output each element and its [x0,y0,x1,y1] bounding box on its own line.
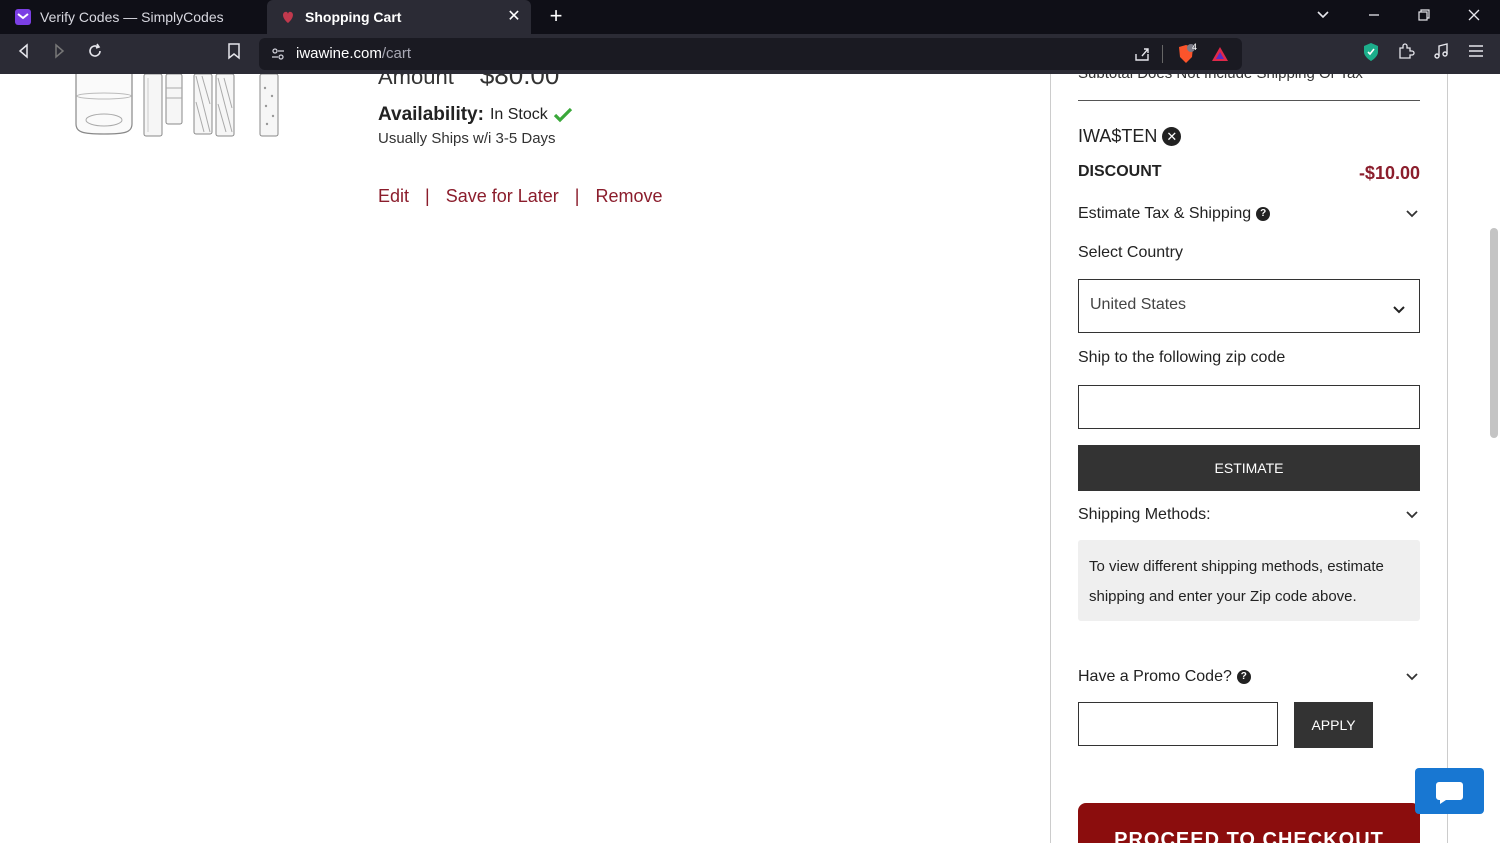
reload-icon[interactable] [83,42,107,66]
tab-verify-codes[interactable]: Verify Codes — SimplyCodes [0,0,266,34]
estimate-tax-shipping-toggle[interactable]: Estimate Tax & Shipping? [1078,205,1420,223]
tab-title: Shopping Cart [305,9,402,25]
amount-row: Amount $80.00 [378,74,559,91]
estimate-button[interactable]: ESTIMATE [1078,445,1420,491]
toolbar-divider [1162,45,1163,63]
page-scrollbar[interactable] [1490,228,1498,438]
remove-coupon-icon[interactable]: ✕ [1162,127,1182,146]
shipping-methods-toggle[interactable]: Shipping Methods: [1078,506,1420,524]
close-window-icon[interactable] [1461,4,1487,30]
promo-code-input[interactable] [1078,702,1278,746]
share-icon[interactable] [1133,45,1151,68]
media-icon[interactable] [1429,42,1453,66]
simplycodes-favicon-icon [14,8,32,26]
shipping-methods-label: Shipping Methods: [1078,506,1211,523]
action-separator: | [574,186,580,206]
coupon-code: IWA$TEN [1078,126,1158,146]
apply-promo-button[interactable]: APPLY [1294,702,1373,748]
discount-row: DISCOUNT -$10.00 [1078,163,1420,184]
summary-right-border [1447,74,1448,843]
shields-badge-count: 4 [1192,42,1198,52]
promo-code-toggle[interactable]: Have a Promo Code?? [1078,668,1420,686]
summary-left-border [1050,74,1051,843]
chevron-down-icon [1393,306,1405,314]
select-country-label: Select Country [1078,244,1183,261]
availability: Availability: In Stock [378,104,573,126]
back-icon[interactable] [12,42,36,66]
chevron-down-icon [1406,210,1418,218]
address-bar[interactable]: iwawine.com/cart 4 [259,38,1242,70]
country-selected-value: United States [1090,296,1187,313]
menu-icon[interactable] [1464,42,1488,66]
browser-tab-bar: Verify Codes — SimplyCodes Shopping Cart… [0,0,1500,34]
discount-value: -$10.00 [1358,163,1420,183]
summary-divider [1078,100,1420,101]
bookmark-icon[interactable] [222,42,246,66]
url-text: iwawine.com/cart [296,45,412,62]
forward-icon[interactable] [47,42,71,66]
chat-bubble-icon [1436,782,1463,804]
close-tab-icon[interactable]: ✕ [505,8,523,26]
extensions-icon[interactable] [1394,42,1418,66]
cart-item-actions: Edit | Save for Later | Remove [378,186,663,207]
iwa-favicon-icon [279,8,297,26]
subtotal-note: Subtotal Does Not Include Shipping Or Ta… [1078,74,1363,82]
amount-label: Amount [378,74,454,89]
country-select[interactable]: United States [1078,279,1420,333]
applied-coupon: IWA$TEN ✕ [1078,126,1182,147]
chat-widget-button[interactable] [1415,768,1484,814]
zip-label: Ship to the following zip code [1078,349,1286,366]
tab-shopping-cart[interactable]: Shopping Cart ✕ [267,0,531,34]
save-for-later-link[interactable]: Save for Later [446,186,559,207]
availability-value: In Stock [489,106,548,123]
zip-code-input[interactable] [1078,385,1420,429]
minimize-window-icon[interactable] [1361,4,1387,30]
new-tab-button[interactable]: + [544,5,568,29]
proceed-to-checkout-button[interactable]: PROCEED TO CHECKOUT [1078,803,1420,843]
shipping-info-box: To view different shipping methods, esti… [1078,540,1420,621]
checkmark-icon [553,107,573,123]
restore-window-icon[interactable] [1411,4,1437,30]
amount-value: $80.00 [479,74,560,90]
chevron-down-icon [1406,673,1418,681]
availability-label: Availability: [378,104,484,125]
brave-rewards-icon[interactable] [1211,45,1229,68]
site-settings-icon[interactable] [270,46,286,67]
chevron-down-icon [1406,511,1418,519]
action-separator: | [425,186,430,206]
estimate-title: Estimate Tax & Shipping [1078,205,1252,222]
product-image[interactable] [72,74,284,140]
remove-link[interactable]: Remove [595,186,662,207]
help-icon[interactable]: ? [1256,207,1271,221]
edit-link[interactable]: Edit [378,186,409,207]
discount-label: DISCOUNT [1078,163,1162,180]
tab-list-chevron-icon[interactable] [1310,4,1336,30]
browser-toolbar: iwawine.com/cart 4 [0,34,1500,74]
cart-page: Amount $80.00 Availability: In Stock Usua… [0,74,1500,843]
shipping-estimate: Usually Ships w/i 3-5 Days [378,130,556,147]
vpn-shield-icon[interactable] [1359,42,1383,66]
tab-title: Verify Codes — SimplyCodes [40,9,224,25]
help-icon[interactable]: ? [1236,670,1251,684]
promo-label: Have a Promo Code? [1078,668,1232,685]
